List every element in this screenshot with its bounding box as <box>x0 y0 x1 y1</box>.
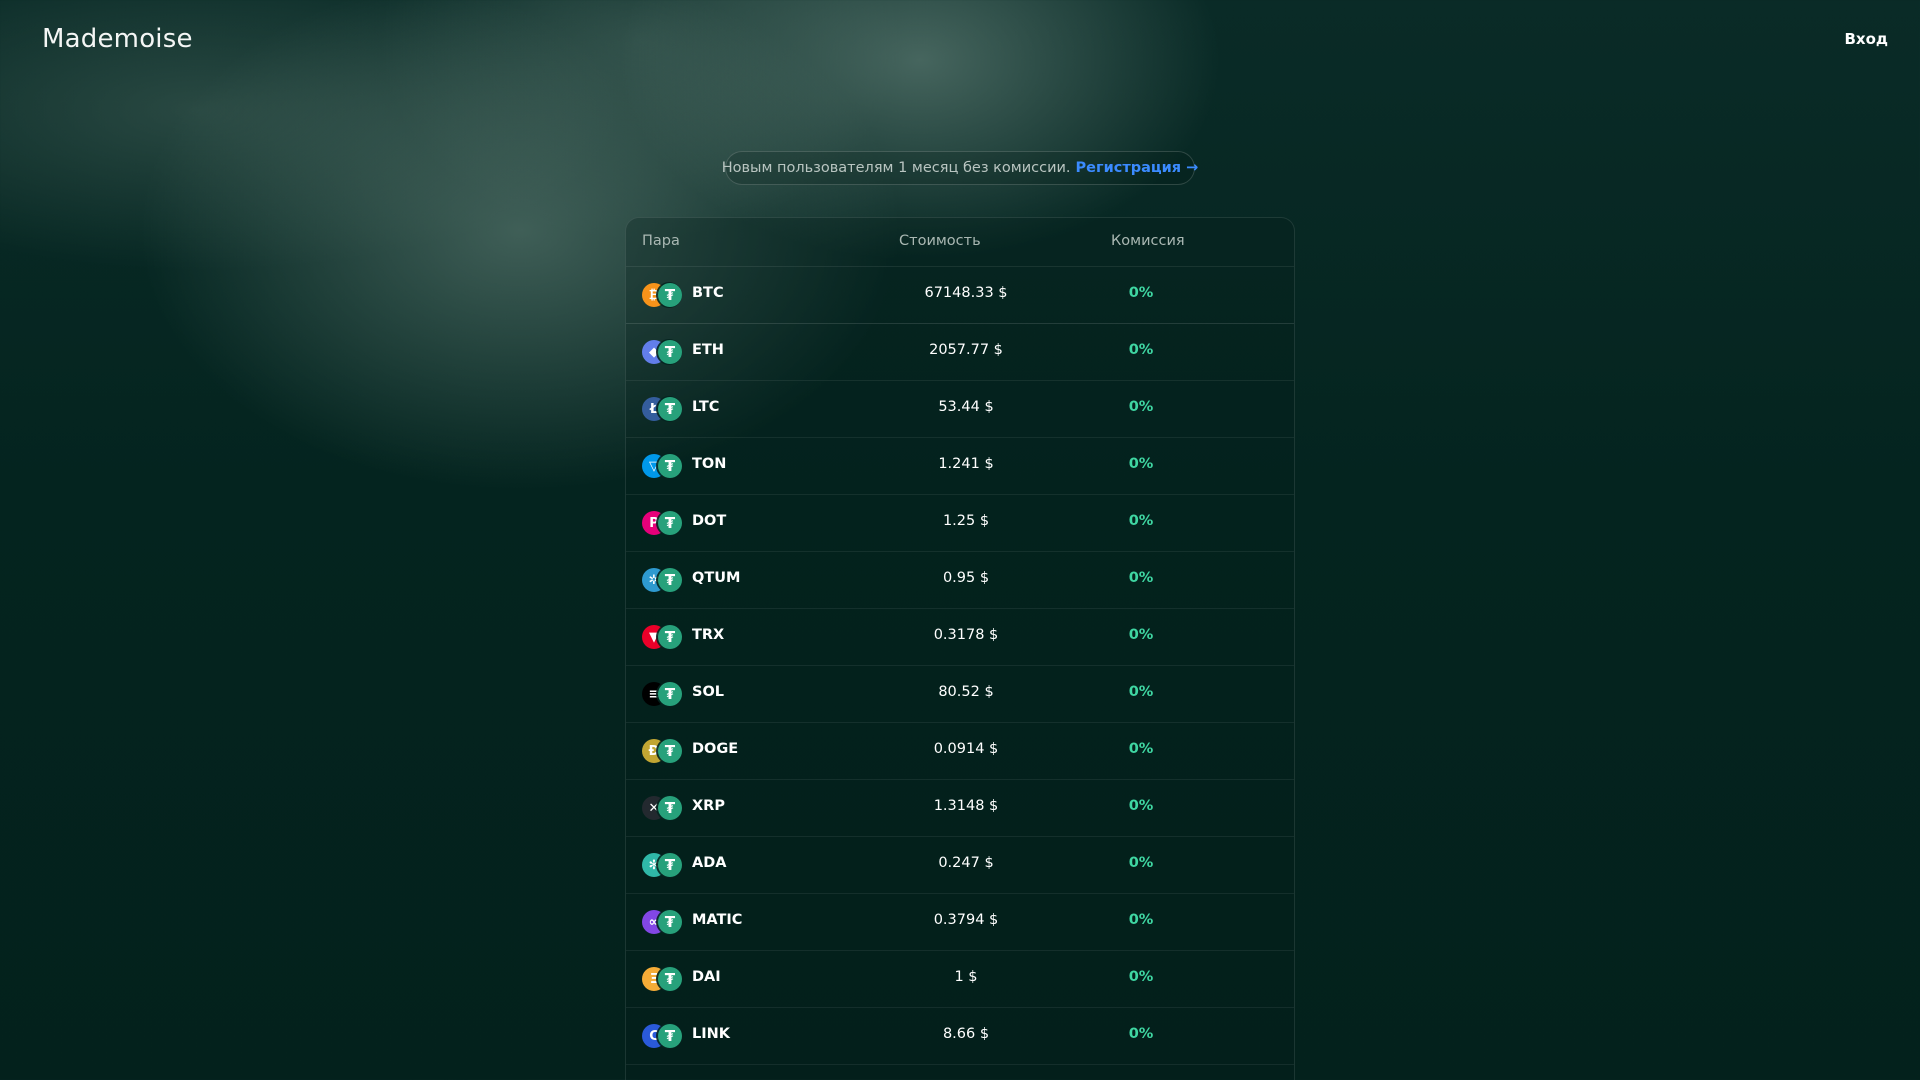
tether-icon: ₮ <box>658 910 682 934</box>
pair-icons: Ð ₮ <box>642 739 682 763</box>
pair-symbol: ETH <box>692 342 724 358</box>
pair-icons: Ξ ₮ <box>642 967 682 991</box>
pair-symbol: BTC <box>692 285 724 301</box>
promo-text: Новым пользователям 1 месяц без комиссии… <box>721 160 1071 176</box>
pair-fee: 0% <box>1128 741 1154 757</box>
pair-icons: ∞ ₮ <box>642 910 682 934</box>
pairs-table: Пара Стоимость Комиссия ₿ ₮ BTC 67148.33 $ 0… <box>625 217 1295 1080</box>
pair-fee: 0% <box>1128 342 1154 358</box>
table-row[interactable]: ∞ ₮ MATIC 0.3794 $ 0% <box>626 894 1294 951</box>
pair-fee: 0% <box>1128 855 1154 871</box>
pair-icons: ✲ ₮ <box>642 568 682 592</box>
table-row[interactable]: ✲ ₮ QTUM 0.95 $ 0% <box>626 552 1294 609</box>
column-header-price: Стоимость <box>899 233 981 249</box>
top-bar: Mademoise Вход <box>0 0 1920 80</box>
table-row[interactable]: ▼ ₮ TRX 0.3178 $ 0% <box>626 609 1294 666</box>
tether-icon: ₮ <box>658 625 682 649</box>
pair-price: 1.241 $ <box>938 456 994 472</box>
login-link[interactable]: Вход <box>1844 30 1888 48</box>
pair-symbol: DAI <box>692 969 721 985</box>
pair-price: 2057.77 $ <box>929 342 1003 358</box>
tether-icon: ₮ <box>658 454 682 478</box>
table-row[interactable]: Ł ₮ LTC 53.44 $ 0% <box>626 381 1294 438</box>
table-row[interactable]: Ð ₮ DOGE 0.0914 $ 0% <box>626 723 1294 780</box>
pair-price: 53.44 $ <box>938 399 994 415</box>
pair-fee: 0% <box>1128 456 1154 472</box>
column-header-pair: Пара <box>642 233 680 249</box>
tether-icon: ₮ <box>658 682 682 706</box>
pair-fee: 0% <box>1128 798 1154 814</box>
tether-icon: ₮ <box>658 397 682 421</box>
column-header-fee: Комиссия <box>1111 233 1185 249</box>
table-row[interactable]: ✕ ₮ XRP 1.3148 $ 0% <box>626 780 1294 837</box>
pair-icons: P ₮ <box>642 511 682 535</box>
pair-icons: C ₮ <box>642 1024 682 1048</box>
pair-icons: ▽ ₮ <box>642 454 682 478</box>
table-row[interactable]: ₿ ₮ BTC 67148.33 $ 0% <box>626 267 1294 324</box>
pair-price: 1.3148 $ <box>933 798 999 814</box>
pair-price: 0.0914 $ <box>933 741 999 757</box>
tether-icon: ₮ <box>658 283 682 307</box>
tether-icon: ₮ <box>658 511 682 535</box>
table-body: ₿ ₮ BTC 67148.33 $ 0% ◆ ₮ ETH 2057.77 $ 0% Ł ₮ LTC 53… <box>626 267 1294 1065</box>
table-row[interactable]: Ξ ₮ DAI 1 $ 0% <box>626 951 1294 1008</box>
pair-icons: ₿ ₮ <box>642 283 682 307</box>
pair-price: 1 $ <box>954 969 978 985</box>
table-row[interactable]: P ₮ DOT 1.25 $ 0% <box>626 495 1294 552</box>
table-row[interactable]: ✻ ₮ ADA 0.247 $ 0% <box>626 837 1294 894</box>
pair-price: 1.25 $ <box>942 513 990 529</box>
pair-icons: ✕ ₮ <box>642 796 682 820</box>
tether-icon: ₮ <box>658 568 682 592</box>
tether-icon: ₮ <box>658 967 682 991</box>
pair-symbol: SOL <box>692 684 725 700</box>
pair-symbol: LTC <box>692 399 720 415</box>
pair-price: 8.66 $ <box>942 1026 990 1042</box>
register-link[interactable]: Регистрация → <box>1076 160 1199 176</box>
table-row[interactable]: ▽ ₮ TON 1.241 $ 0% <box>626 438 1294 495</box>
pair-symbol: MATIC <box>692 912 743 928</box>
pair-fee: 0% <box>1128 399 1154 415</box>
pair-fee: 0% <box>1128 285 1154 301</box>
pair-fee: 0% <box>1128 513 1154 529</box>
tether-icon: ₮ <box>658 1024 682 1048</box>
pair-symbol: QTUM <box>692 570 741 586</box>
pair-fee: 0% <box>1128 1026 1154 1042</box>
pair-price: 67148.33 $ <box>924 285 1008 301</box>
pair-icons: Ł ₮ <box>642 397 682 421</box>
pair-icons: ▼ ₮ <box>642 625 682 649</box>
tether-icon: ₮ <box>658 853 682 877</box>
pair-symbol: ADA <box>692 855 727 871</box>
pair-symbol: DOGE <box>692 741 739 757</box>
pair-symbol: LINK <box>692 1026 731 1042</box>
table-header: Пара Стоимость Комиссия <box>626 218 1294 267</box>
pair-icons: ◆ ₮ <box>642 340 682 364</box>
pair-symbol: XRP <box>692 798 725 814</box>
table-row[interactable]: ≡ ₮ SOL 80.52 $ 0% <box>626 666 1294 723</box>
table-row[interactable]: ◆ ₮ ETH 2057.77 $ 0% <box>626 324 1294 381</box>
pair-price: 0.247 $ <box>938 855 994 871</box>
pair-fee: 0% <box>1128 570 1154 586</box>
pair-fee: 0% <box>1128 912 1154 928</box>
promo-banner: Новым пользователям 1 месяц без комиссии… <box>721 151 1198 185</box>
pair-fee: 0% <box>1128 684 1154 700</box>
tether-icon: ₮ <box>658 739 682 763</box>
pair-price: 0.95 $ <box>942 570 990 586</box>
pair-price: 80.52 $ <box>938 684 994 700</box>
tether-icon: ₮ <box>658 340 682 364</box>
pair-fee: 0% <box>1128 627 1154 643</box>
pair-symbol: DOT <box>692 513 727 529</box>
pair-price: 0.3794 $ <box>933 912 999 928</box>
pair-icons: ✻ ₮ <box>642 853 682 877</box>
table-row[interactable]: C ₮ LINK 8.66 $ 0% <box>626 1008 1294 1065</box>
pair-icons: ≡ ₮ <box>642 682 682 706</box>
pair-price: 0.3178 $ <box>933 627 999 643</box>
logo[interactable]: Mademoise <box>42 24 193 54</box>
tether-icon: ₮ <box>658 796 682 820</box>
pair-symbol: TRX <box>692 627 725 643</box>
pair-fee: 0% <box>1128 969 1154 985</box>
pair-symbol: TON <box>692 456 727 472</box>
